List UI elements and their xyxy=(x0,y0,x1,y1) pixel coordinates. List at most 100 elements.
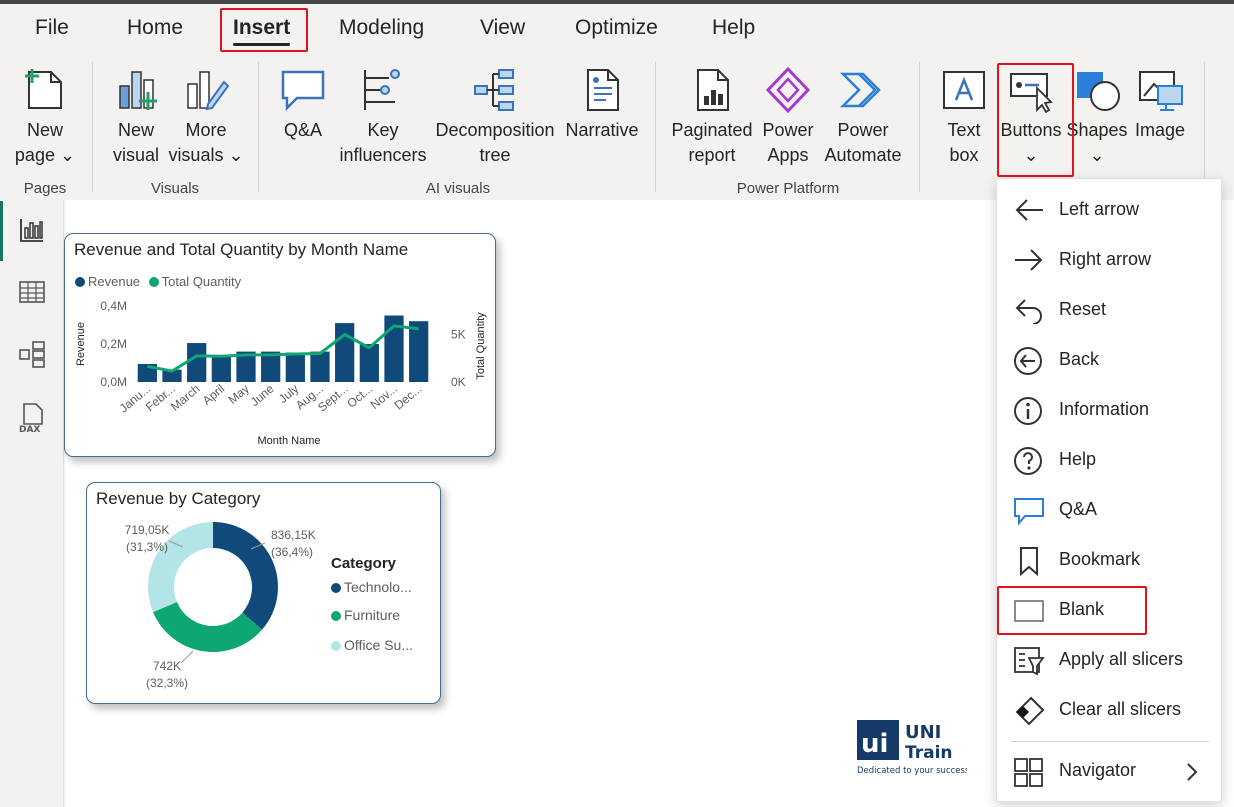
menu-item-label: Left arrow xyxy=(1059,199,1140,219)
tab-optimize[interactable]: Optimize xyxy=(575,16,658,40)
logo-brand-1: UNI xyxy=(905,722,941,743)
menu-item-right-arrow[interactable]: Right arrow xyxy=(997,237,1223,283)
paginated-report-button[interactable]: Paginated report xyxy=(668,66,756,168)
tab-view[interactable]: View xyxy=(480,16,525,40)
tab-insert[interactable]: Insert xyxy=(233,16,291,46)
menu-item-label: Blank xyxy=(1059,599,1105,619)
tab-help[interactable]: Help xyxy=(712,16,755,40)
back-icon xyxy=(1014,347,1042,375)
buttons-label: Buttons xyxy=(1000,120,1062,140)
narrative-button[interactable]: Narrative xyxy=(562,66,642,143)
bar-revenue xyxy=(335,323,355,382)
unitrain-logo: ui UNI Train Dedicated to your success xyxy=(855,718,970,781)
decomposition-tree-button[interactable]: Decomposition tree xyxy=(432,66,558,168)
group-separator xyxy=(92,62,93,192)
new-visual-button[interactable]: New visual xyxy=(106,66,166,168)
menu-item-label: Help xyxy=(1059,449,1097,469)
report-view-icon[interactable] xyxy=(18,216,46,244)
revenue-category-visual[interactable]: Revenue by Category 836,15K (36,4%) 742K (3… xyxy=(86,482,441,704)
text-box-button[interactable]: Text box xyxy=(934,66,994,168)
new-visual-icon xyxy=(119,71,157,110)
menu-item-apply-all-slicers[interactable]: Apply all slicers xyxy=(997,637,1223,683)
menu-item-label: Information xyxy=(1059,399,1150,419)
menu-item-label: Navigator xyxy=(1059,760,1137,780)
group-separator xyxy=(258,62,259,192)
y-tick-label: 0,2M xyxy=(100,337,127,351)
legend-title: Category xyxy=(331,555,397,572)
menu-item-bookmark[interactable]: Bookmark xyxy=(997,537,1223,583)
slice-data-label: 742K xyxy=(153,659,181,673)
menu-item-information[interactable]: Information xyxy=(997,387,1223,433)
qna-icon xyxy=(1014,498,1044,526)
legend-item-technology: Technolo... xyxy=(331,579,412,595)
tab-modeling[interactable]: Modeling xyxy=(339,16,424,40)
y2-tick-label: 0K xyxy=(451,375,466,389)
menu-item-back[interactable]: Back xyxy=(997,337,1223,383)
revenue-quantity-visual[interactable]: Revenue and Total Quantity by Month Name… xyxy=(64,233,496,457)
menu-item-blank[interactable]: Blank xyxy=(997,587,1223,633)
menu-item-label: Q&A xyxy=(1059,499,1098,519)
x-axis-label: Month Name xyxy=(258,435,321,447)
svg-text:ui: ui xyxy=(861,729,888,759)
more-visuals-icon xyxy=(187,71,230,111)
unitrain-logo-mark: ui UNI Train Dedicated to your success xyxy=(857,720,970,776)
more-visuals-button[interactable]: More visuals ⌄ xyxy=(168,66,244,168)
key-influencers-icon xyxy=(364,69,400,110)
new-page-label-1: New xyxy=(26,120,63,140)
svg-text:DAX: DAX xyxy=(19,425,40,434)
buttons-icon xyxy=(1010,73,1053,114)
menu-item-navigator[interactable]: Navigator xyxy=(997,748,1223,794)
narrative-label: Narrative xyxy=(565,120,639,140)
table-view-icon[interactable] xyxy=(18,278,46,306)
tab-file[interactable]: File xyxy=(35,16,69,40)
bar-revenue xyxy=(211,355,231,382)
menu-item-reset[interactable]: Reset xyxy=(997,287,1223,333)
power-apps-button[interactable]: Power Apps xyxy=(758,66,818,168)
new-page-button[interactable]: New page ⌄ xyxy=(12,66,78,168)
menu-item-help[interactable]: Help xyxy=(997,437,1223,483)
power-automate-button[interactable]: Power Automate xyxy=(820,66,906,168)
menu-item-qna[interactable]: Q&A xyxy=(997,487,1223,533)
image-button[interactable]: Image xyxy=(1130,66,1190,143)
y-tick-label: 0,0M xyxy=(100,375,127,389)
tab-home[interactable]: Home xyxy=(127,16,183,40)
group-separator xyxy=(655,62,656,192)
bar-revenue xyxy=(409,321,429,382)
decomposition-tree-icon xyxy=(474,69,514,111)
menu-separator xyxy=(1011,741,1209,742)
menu-item-left-arrow[interactable]: Left arrow xyxy=(997,187,1223,233)
y-axis-label: Revenue xyxy=(75,322,87,366)
x-tick-label: Dec... xyxy=(392,382,425,413)
dax-query-view-icon[interactable]: DAX xyxy=(18,402,48,434)
buttons-dropdown-button[interactable]: Buttons ⌄ xyxy=(996,66,1066,168)
chevron-right-icon xyxy=(1187,763,1198,781)
model-view-icon[interactable] xyxy=(18,340,46,368)
donut-slice xyxy=(213,522,278,630)
legend-dot xyxy=(331,611,341,621)
legend-label: Office Su... xyxy=(344,637,413,653)
speech-bubble-icon xyxy=(281,70,325,112)
power-automate-label-1: Power xyxy=(837,120,889,140)
leader-line xyxy=(180,650,194,664)
key-influencers-label-2: influencers xyxy=(339,145,427,165)
menu-item-clear-all-slicers[interactable]: Clear all slicers xyxy=(997,687,1223,733)
new-page-icon xyxy=(25,69,62,109)
key-influencers-button[interactable]: Key influencers xyxy=(336,66,430,168)
bar-revenue xyxy=(285,352,305,382)
information-icon xyxy=(1014,397,1042,425)
slice-data-label: 719,05K xyxy=(125,523,170,537)
navigator-icon xyxy=(1014,758,1043,787)
paginated-report-icon xyxy=(697,69,729,111)
legend-dot xyxy=(331,641,341,651)
chevron-down-icon: ⌄ xyxy=(1023,145,1039,165)
menu-item-label: Apply all slicers xyxy=(1059,649,1184,669)
slice-data-label: 836,15K xyxy=(271,528,316,542)
bar-revenue xyxy=(310,351,330,382)
more-visuals-label-1: More xyxy=(185,120,227,140)
shapes-button[interactable]: Shapes ⌄ xyxy=(1066,66,1128,168)
blank-icon xyxy=(1014,600,1044,622)
legend-item-office: Office Su... xyxy=(331,637,413,653)
apply-slicers-icon xyxy=(1014,647,1045,676)
group-power-platform-label: Power Platform xyxy=(736,180,840,197)
qna-visual-button[interactable]: Q&A xyxy=(272,66,334,143)
